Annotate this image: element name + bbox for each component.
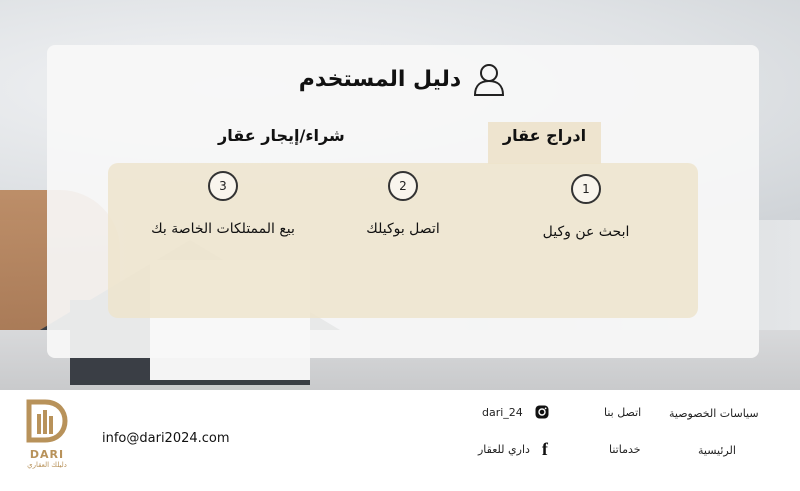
footer-link-privacy[interactable]: سياسات الخصوصية: [669, 407, 759, 420]
footer-link-home[interactable]: الرئيسية: [698, 444, 736, 457]
step-number-2: 2: [388, 171, 418, 201]
step-number-3: 3: [208, 171, 238, 201]
contact-email[interactable]: info@dari2024.com: [102, 431, 230, 446]
dari-logo[interactable]: DARI دليلك العقاري: [22, 398, 72, 476]
instagram-icon: [535, 405, 549, 419]
step-1: 1 ابحث عن وكيل: [526, 174, 646, 240]
steps-panel: 1 ابحث عن وكيل 2 اتصل بوكيلك 3 بيع الممت…: [108, 163, 698, 318]
tab-list-property[interactable]: ادراج عقار: [488, 122, 601, 164]
page-title: دليل المستخدم: [298, 66, 462, 92]
step-number-1: 1: [571, 174, 601, 204]
step-3: 3 بيع الممتلكات الخاصة بك: [128, 171, 318, 237]
facebook-link[interactable]: داري للعقار f: [478, 439, 548, 460]
step-label-3: بيع الممتلكات الخاصة بك: [151, 221, 295, 237]
step-2: 2 اتصل بوكيلك: [343, 171, 463, 237]
logo-brand-text: DARI: [29, 448, 65, 461]
tab-list-property-label: ادراج عقار: [502, 126, 587, 145]
instagram-handle: dari_24: [482, 405, 523, 419]
logo-tagline: دليلك العقاري: [27, 461, 67, 469]
instagram-link[interactable]: dari_24: [482, 405, 549, 419]
user-icon: [474, 64, 505, 96]
step-label-2: اتصل بوكيلك: [366, 221, 440, 237]
footer-link-contact[interactable]: اتصل بنا: [604, 406, 641, 419]
facebook-page-name: داري للعقار: [478, 443, 530, 456]
logo-d-icon: [26, 399, 68, 443]
tab-buy-rent-label: شراء/إيجار عقار: [218, 126, 345, 145]
tab-buy-rent-property[interactable]: شراء/إيجار عقار: [218, 126, 345, 145]
facebook-icon: f: [541, 439, 548, 459]
guide-title-row: دليل المستخدم: [47, 61, 759, 97]
footer-link-services[interactable]: خدماتنا: [609, 443, 641, 456]
step-label-1: ابحث عن وكيل: [542, 224, 630, 240]
